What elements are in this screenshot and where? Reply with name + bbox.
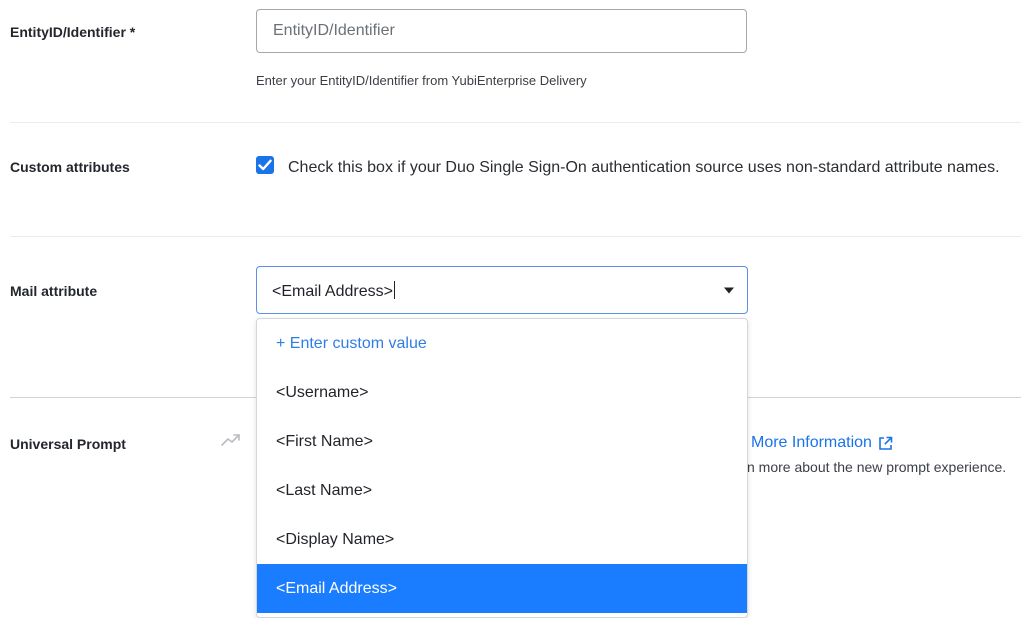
more-information-text: More Information <box>751 434 872 451</box>
option-last-name[interactable]: <Last Name> <box>257 466 747 515</box>
option-enter-custom-value[interactable]: + Enter custom value <box>257 319 747 368</box>
text-cursor <box>393 281 395 299</box>
caret-down-icon[interactable] <box>723 287 735 294</box>
mail-attribute-dropdown[interactable]: + Enter custom value <Username> <First N… <box>256 318 748 618</box>
option-username[interactable]: <Username> <box>257 368 747 417</box>
custom-attributes-label: Custom attributes <box>10 159 130 175</box>
more-information-link[interactable]: More Information <box>751 434 893 452</box>
entity-id-help-text: Enter your EntityID/Identifier from Yubi… <box>256 73 587 88</box>
learn-more-text: n more about the new prompt experience. <box>747 459 1007 475</box>
custom-attributes-checkbox[interactable] <box>256 156 274 174</box>
universal-prompt-label: Universal Prompt <box>10 436 126 452</box>
mail-attribute-select[interactable]: <Email Address> <box>256 266 748 314</box>
entity-id-label: EntityID/Identifier * <box>10 24 136 40</box>
option-first-name[interactable]: <First Name> <box>257 417 747 466</box>
option-display-name[interactable]: <Display Name> <box>257 515 747 564</box>
entity-id-input[interactable] <box>256 9 747 53</box>
custom-attributes-description: Check this box if your Duo Single Sign-O… <box>288 159 1000 176</box>
divider <box>10 236 1021 237</box>
divider <box>10 122 1021 123</box>
checkmark-icon <box>258 159 272 171</box>
mail-attribute-label: Mail attribute <box>10 283 98 299</box>
option-email-address[interactable]: <Email Address> <box>257 564 747 613</box>
external-link-icon <box>879 436 893 450</box>
mail-attribute-value: <Email Address> <box>272 281 395 300</box>
trending-up-icon <box>221 434 240 446</box>
